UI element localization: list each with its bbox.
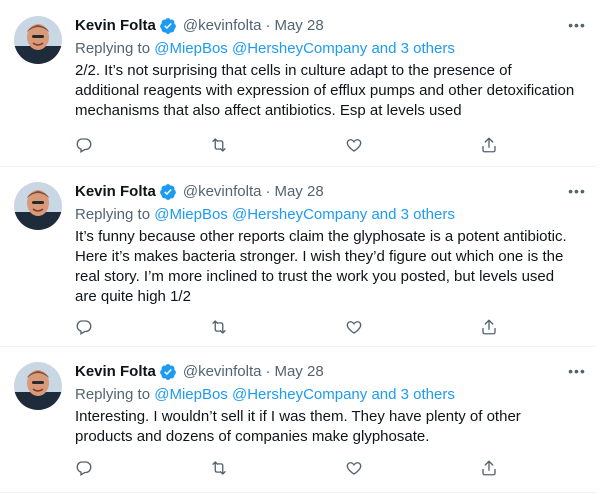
tweet-date[interactable]: May 28	[274, 180, 323, 204]
author-handle[interactable]: @kevinfolta	[183, 180, 262, 204]
tweet-text: Interesting. I wouldn’t sell it if I was…	[75, 407, 590, 447]
share-button[interactable]	[480, 134, 600, 156]
author-name[interactable]: Kevin Folta	[75, 180, 156, 204]
like-button[interactable]	[345, 457, 480, 479]
mention-link[interactable]: @HersheyCompany	[232, 386, 367, 403]
mention-link[interactable]: @MiepBos	[154, 40, 228, 57]
more-icon[interactable]: •••	[566, 180, 588, 202]
reply-icon	[76, 320, 92, 335]
reply-button[interactable]	[75, 316, 210, 338]
reply-icon	[76, 138, 92, 153]
tweet-text-line: Interesting. I wouldn’t sell it if I was…	[75, 408, 521, 425]
more-icon[interactable]: •••	[566, 360, 588, 382]
separator: ·	[265, 363, 271, 380]
like-icon	[346, 321, 362, 334]
retweet-icon	[212, 461, 226, 475]
verified-badge-icon	[159, 17, 177, 35]
avatar[interactable]	[14, 362, 62, 410]
tweet-text: It’s funny because other reports claim t…	[75, 227, 590, 307]
like-button[interactable]	[345, 316, 480, 338]
replying-to: Replying to @MiepBos @HersheyCompany and…	[75, 204, 590, 226]
tweet-text-line: are quite high 1/2	[75, 288, 191, 305]
tweet-date[interactable]: May 28	[274, 360, 323, 384]
replying-to: Replying to @MiepBos @HersheyCompany and…	[75, 384, 590, 406]
tweet-body: Kevin Folta @kevinfolta · May 28 Replyin…	[75, 14, 590, 121]
tweet-text-line: mechanisms that also affect antibiotics.…	[75, 102, 462, 119]
tweet-text-line: additional reagents with expression of e…	[75, 82, 575, 99]
avatar[interactable]	[14, 182, 62, 230]
tweet-feed: Kevin Folta @kevinfolta · May 28 Replyin…	[0, 0, 600, 495]
tweet-header: Kevin Folta @kevinfolta · May 28	[75, 180, 590, 204]
like-icon	[346, 139, 362, 152]
separator: ·	[265, 183, 271, 200]
tweet-actions	[75, 316, 600, 338]
share-button[interactable]	[480, 457, 600, 479]
share-icon	[482, 137, 496, 153]
mention-link[interactable]: @MiepBos	[154, 206, 228, 223]
reply-button[interactable]	[75, 457, 210, 479]
replying-to-label: Replying to	[75, 40, 151, 57]
verified-badge-icon	[159, 363, 177, 381]
tweet-body: Kevin Folta @kevinfolta · May 28 Replyin…	[75, 360, 590, 447]
tweet-actions	[75, 134, 600, 156]
tweet-header: Kevin Folta @kevinfolta · May 28	[75, 360, 590, 384]
replying-to-label: Replying to	[75, 206, 151, 223]
tweet-text-line: Here it’s makes bacteria stronger. I wis…	[75, 248, 564, 265]
mention-others-link[interactable]: and 3 others	[371, 40, 454, 57]
share-icon	[482, 319, 496, 335]
tweet-body: Kevin Folta @kevinfolta · May 28 Replyin…	[75, 180, 590, 307]
reply-button[interactable]	[75, 134, 210, 156]
retweet-button[interactable]	[210, 457, 345, 479]
mention-link[interactable]: @HersheyCompany	[232, 206, 367, 223]
tweet-text: 2/2. It’s not surprising that cells in c…	[75, 61, 590, 121]
mention-link[interactable]: @HersheyCompany	[232, 40, 367, 57]
tweet-text-line: It’s funny because other reports claim t…	[75, 228, 567, 245]
mention-others-link[interactable]: and 3 others	[371, 386, 454, 403]
author-handle[interactable]: @kevinfolta	[183, 360, 262, 384]
author-name[interactable]: Kevin Folta	[75, 360, 156, 384]
share-icon	[482, 460, 496, 476]
author-handle[interactable]: @kevinfolta	[183, 14, 262, 38]
retweet-button[interactable]	[210, 134, 345, 156]
reply-icon	[76, 461, 92, 476]
share-button[interactable]	[480, 316, 600, 338]
mention-link[interactable]: @MiepBos	[154, 386, 228, 403]
tweet-date[interactable]: May 28	[274, 14, 323, 38]
verified-badge-icon	[159, 183, 177, 201]
author-name[interactable]: Kevin Folta	[75, 14, 156, 38]
tweet-actions	[75, 457, 600, 479]
like-icon	[346, 462, 362, 475]
replying-to-label: Replying to	[75, 386, 151, 403]
avatar[interactable]	[14, 16, 62, 64]
more-icon[interactable]: •••	[566, 14, 588, 36]
separator: ·	[265, 17, 271, 34]
retweet-icon	[212, 138, 226, 152]
tweet-text-line: 2/2. It’s not surprising that cells in c…	[75, 62, 512, 79]
retweet-icon	[212, 320, 226, 334]
mention-others-link[interactable]: and 3 others	[371, 206, 454, 223]
tweet-text-line: products and dozens of companies make gl…	[75, 428, 430, 445]
like-button[interactable]	[345, 134, 480, 156]
replying-to: Replying to @MiepBos @HersheyCompany and…	[75, 38, 590, 60]
tweet-header: Kevin Folta @kevinfolta · May 28	[75, 14, 590, 38]
retweet-button[interactable]	[210, 316, 345, 338]
tweet-text-line: real story. I’m more inclined to trust t…	[75, 268, 555, 285]
